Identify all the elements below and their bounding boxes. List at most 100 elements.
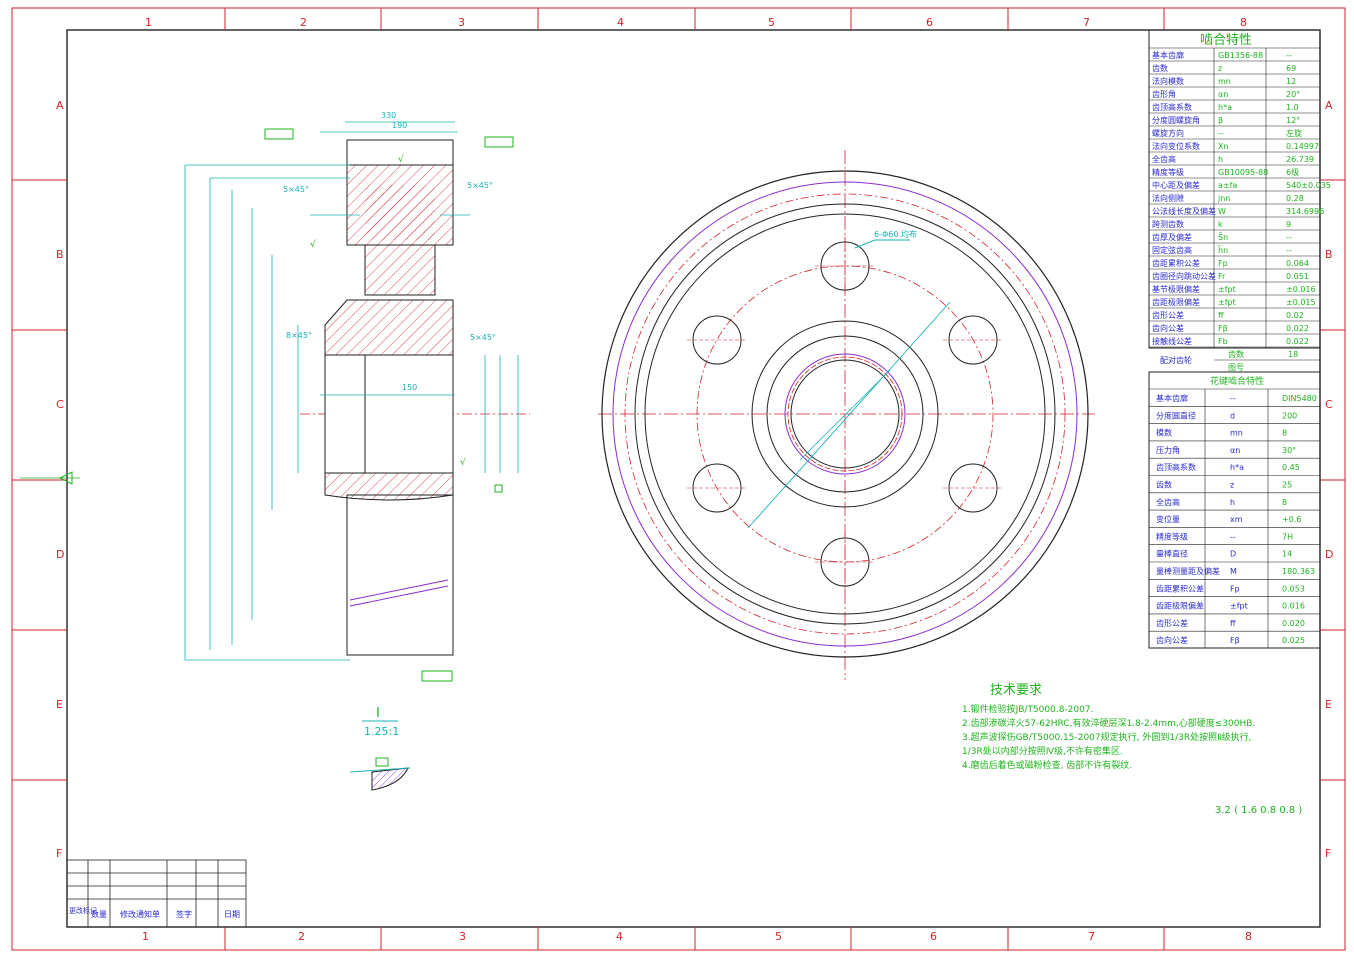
mesh-row-value: 12 bbox=[1286, 77, 1296, 86]
mesh-table-title: 啮合特性 bbox=[1200, 33, 1252, 48]
spline-row-symbol: xm bbox=[1230, 515, 1243, 524]
dim-hub-chamfer: 8×45° bbox=[286, 331, 312, 340]
mesh-row-value: 0.14997 bbox=[1286, 142, 1319, 151]
spline-row-symbol: M bbox=[1230, 567, 1237, 576]
roughness-note: 3.2 ( 1.6 0.8 0.8 ) bbox=[1215, 805, 1302, 816]
spline-row-name: 齿顶高系数 bbox=[1156, 462, 1196, 472]
spline-row-name: 齿距极限偏差 bbox=[1156, 601, 1204, 611]
mesh-row-symbol: β bbox=[1218, 116, 1223, 125]
mesh-row-symbol: a±fa bbox=[1218, 181, 1237, 190]
zone-left-c: C bbox=[56, 398, 64, 411]
pair-teeth-value: 18 bbox=[1288, 350, 1298, 359]
spline-table: 花键啮合特性 基本齿廓 -- DIN5480 分度圆直径 d 200 模数 mn 8 压力角 αn 3… bbox=[1148, 371, 1321, 649]
dim-left-chamfer: 5×45° bbox=[283, 185, 309, 194]
spline-row-symbol: ff bbox=[1230, 619, 1236, 628]
spline-row-name: 齿形公差 bbox=[1156, 618, 1188, 628]
mesh-row-name: 齿向公差 bbox=[1152, 323, 1184, 333]
mesh-row-name: 齿数 bbox=[1152, 63, 1168, 73]
spline-row-symbol: h bbox=[1230, 498, 1235, 507]
zone-right-f: F bbox=[1325, 847, 1331, 860]
mesh-row-value: 26.739 bbox=[1286, 155, 1314, 164]
mesh-row-name: 基本齿廓 bbox=[1152, 50, 1184, 60]
zone-right-d: D bbox=[1325, 548, 1333, 561]
mesh-row-symbol: h bbox=[1218, 155, 1223, 164]
zone-left-d: D bbox=[56, 548, 64, 561]
mesh-row-name: 齿形公差 bbox=[1152, 310, 1184, 320]
spline-row-name: 全齿高 bbox=[1156, 497, 1180, 507]
zone-top-8: 8 bbox=[1240, 16, 1247, 29]
mesh-row-symbol: GB10095-88 bbox=[1218, 168, 1268, 177]
mesh-row-value: 0.02 bbox=[1286, 311, 1304, 320]
zone-top-1: 1 bbox=[145, 16, 152, 29]
spline-row-name: 模数 bbox=[1156, 428, 1172, 438]
zone-top-7: 7 bbox=[1083, 16, 1090, 29]
mesh-row-value: 20° bbox=[1286, 90, 1300, 99]
mesh-row-name: 分度圆螺旋角 bbox=[1152, 115, 1200, 125]
spline-row-symbol: -- bbox=[1230, 532, 1236, 541]
mesh-row-symbol: h̄n bbox=[1217, 245, 1228, 255]
spline-row-symbol: D bbox=[1230, 550, 1236, 559]
zone-right-b: B bbox=[1325, 248, 1333, 261]
pair-gear-label: 配对齿轮 bbox=[1160, 355, 1192, 365]
mesh-row-symbol: h*a bbox=[1218, 103, 1232, 112]
spline-row-value: 180.363 bbox=[1282, 567, 1315, 576]
spline-row-name: 基本齿廓 bbox=[1156, 393, 1188, 403]
pair-drawing-label: 图号 bbox=[1228, 363, 1244, 372]
rev-label-qty: 数量 bbox=[91, 909, 107, 919]
mesh-row-symbol: αn bbox=[1218, 90, 1228, 99]
tech-title: 技术要求 bbox=[990, 683, 1042, 698]
spline-row-symbol: z bbox=[1230, 481, 1234, 490]
spline-row-symbol: d bbox=[1230, 411, 1235, 420]
tech-line-4: 1/3R处以内部分按照Ⅳ级,不许有密集区. bbox=[962, 745, 1123, 757]
mesh-row-value: 左旋 bbox=[1286, 128, 1302, 138]
mesh-row-name: 固定弦齿高 bbox=[1152, 245, 1192, 255]
gear-drawing-sheet: 1 2 3 4 5 6 7 8 1 2 3 4 5 6 7 8 A B C D … bbox=[11, 7, 1346, 951]
spline-row-value: +0.6 bbox=[1282, 515, 1301, 524]
mesh-row-value: 0.28 bbox=[1286, 194, 1304, 203]
spline-row-name: 齿距累积公差 bbox=[1156, 583, 1204, 593]
drawing-frame bbox=[66, 29, 1321, 928]
mesh-row-name: 齿顶高系数 bbox=[1152, 102, 1192, 112]
spline-row-symbol: -- bbox=[1230, 394, 1236, 403]
mesh-row-symbol: z bbox=[1218, 64, 1222, 73]
mesh-row-name: 齿厚及偏差 bbox=[1152, 232, 1192, 242]
mesh-row-name: 齿距累积公差 bbox=[1152, 258, 1200, 268]
zone-top-4: 4 bbox=[617, 16, 624, 29]
mesh-row-symbol: jnn bbox=[1217, 194, 1230, 203]
mesh-row-symbol: ±fpt bbox=[1218, 285, 1236, 294]
mesh-row-name: 齿距极限偏差 bbox=[1152, 297, 1200, 307]
mesh-row-symbol: Fβ bbox=[1218, 324, 1228, 333]
mesh-row-value: 1.0 bbox=[1286, 103, 1299, 112]
svg-text:√: √ bbox=[460, 457, 466, 468]
zone-bottom-8: 8 bbox=[1245, 930, 1252, 943]
mesh-row-name: 螺旋方向 bbox=[1152, 128, 1184, 138]
zone-left-a: A bbox=[56, 99, 64, 112]
spline-row-value: 7H bbox=[1282, 532, 1293, 541]
mesh-row-name: 法向侧隙 bbox=[1152, 193, 1184, 203]
dim-inner-width: 190 bbox=[392, 121, 407, 130]
mesh-row-symbol: mn bbox=[1218, 77, 1231, 86]
mesh-row-value: 0.022 bbox=[1286, 337, 1309, 346]
mesh-row-name: 精度等级 bbox=[1152, 167, 1184, 177]
mesh-row-value: ±0.015 bbox=[1286, 298, 1316, 307]
detail-label: I bbox=[376, 706, 380, 721]
zone-bottom-5: 5 bbox=[775, 930, 782, 943]
detail-view: I 1.25:1 bbox=[349, 706, 411, 791]
dim-hub-chamfer-right: 5×45° bbox=[470, 333, 496, 342]
mesh-row-value: -- bbox=[1286, 51, 1292, 60]
mesh-row-symbol: Fr bbox=[1218, 272, 1226, 281]
zone-right-c: C bbox=[1325, 398, 1333, 411]
spline-row-symbol: mn bbox=[1230, 429, 1243, 438]
zone-bottom-2: 2 bbox=[298, 930, 305, 943]
mesh-row-value: 6级 bbox=[1286, 167, 1299, 177]
mesh-row-name: 法向模数 bbox=[1152, 76, 1184, 86]
dim-right-chamfer: 5×45° bbox=[467, 181, 493, 190]
mesh-row-name: 基节极限偏差 bbox=[1152, 284, 1200, 294]
zone-right-a: A bbox=[1325, 99, 1333, 112]
spline-row-value: DIN5480 bbox=[1282, 394, 1317, 403]
mesh-row-value: 12° bbox=[1286, 116, 1300, 125]
mesh-row-name: 跨测齿数 bbox=[1152, 219, 1184, 229]
zone-right-e: E bbox=[1325, 698, 1332, 711]
spline-row-symbol: h*a bbox=[1230, 463, 1244, 472]
mesh-row-value: 69 bbox=[1286, 64, 1296, 73]
